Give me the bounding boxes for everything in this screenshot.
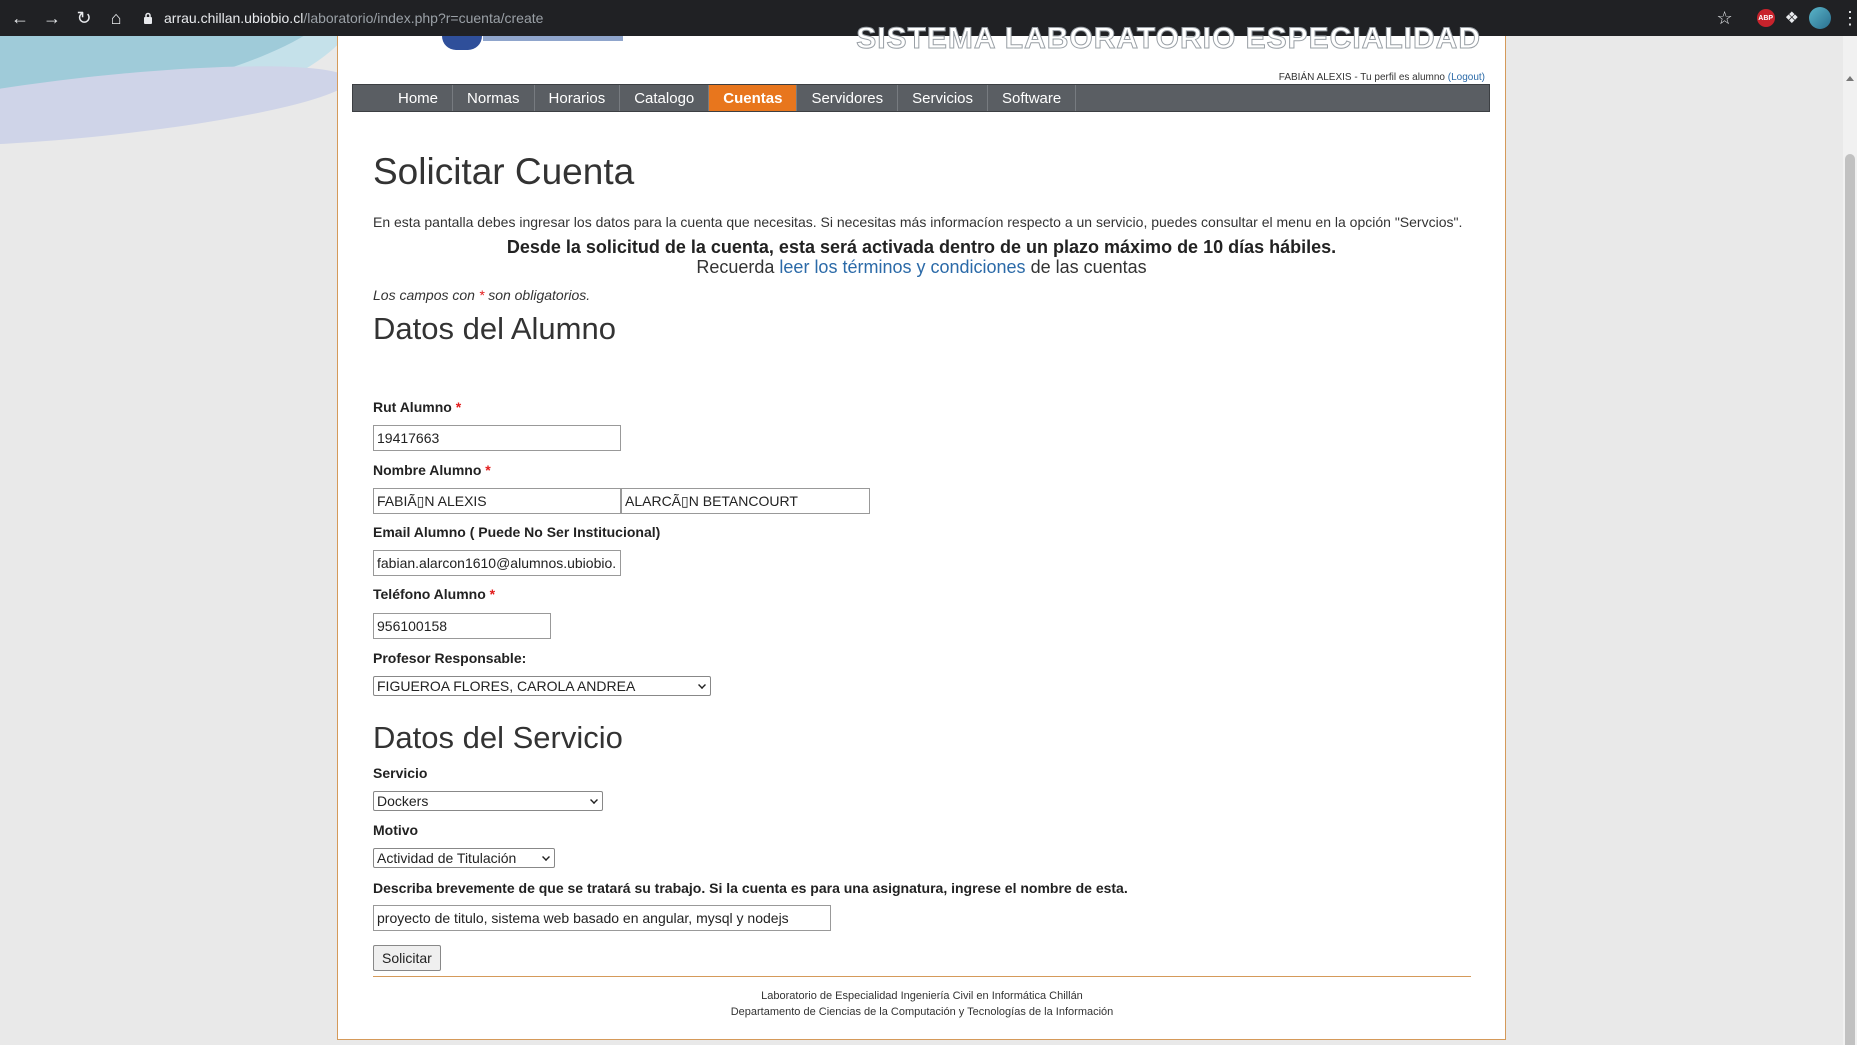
adblock-plus-icon[interactable]: ABP — [1756, 9, 1775, 27]
terms-link[interactable]: leer los términos y condiciones — [779, 257, 1025, 277]
terms-prefix: Recuerda — [696, 257, 775, 277]
footer-line-2: Departamento de Ciencias de la Computaci… — [730, 1006, 1114, 1018]
footer-line-1: Laboratorio de Especialidad Ingeniería C… — [761, 990, 1083, 1002]
main-panel: SISTEMA LABORATORIO ESPECIALIDAD FABIÁN … — [337, 22, 1506, 1040]
main-menu: Home Normas Horarios Catalogo Cuentas Se… — [352, 84, 1490, 112]
menu-item-servidores[interactable]: Servidores — [797, 85, 899, 111]
section-title-alumno: Datos del Alumno — [373, 311, 616, 346]
footer-divider — [373, 976, 1471, 977]
profile-avatar[interactable] — [1809, 7, 1831, 29]
site-title: SISTEMA LABORATORIO ESPECIALIDAD — [856, 22, 1481, 56]
nombre-label: Nombre Alumno * — [373, 462, 491, 478]
menu-kebab-icon[interactable]: ⋮ — [1841, 8, 1857, 29]
required-star: * — [478, 287, 485, 303]
scroll-up-arrow-icon[interactable] — [1846, 76, 1854, 81]
url-text: arrau.chillan.ubiobio.cl/laboratorio/ind… — [164, 10, 543, 26]
url-host: arrau.chillan.ubiobio.cl — [164, 10, 304, 26]
footer: Laboratorio de Especialidad Ingeniería C… — [373, 988, 1471, 1020]
required-star: * — [485, 462, 491, 478]
required-note: Los campos con * son obligatorios. — [373, 287, 590, 303]
menu-item-cuentas[interactable]: Cuentas — [709, 85, 798, 111]
university-logo-text — [483, 36, 623, 41]
rut-input[interactable]: 19417663 — [373, 425, 621, 451]
profesor-select[interactable]: FIGUEROA FLORES, CAROLA ANDREA — [373, 676, 711, 696]
email-input[interactable]: fabian.alarcon1610@alumnos.ubiobio. — [373, 550, 621, 576]
rut-label-text: Rut Alumno — [373, 399, 452, 415]
descripcion-label: Describa brevemente de que se tratará su… — [373, 880, 1128, 896]
chevron-down-icon — [698, 681, 706, 689]
intro-text: En esta pantalla debes ingresar los dato… — [373, 214, 1463, 230]
activation-notice: Desde la solicitud de la cuenta, esta se… — [506, 237, 1337, 257]
telefono-label-text: Teléfono Alumno — [373, 586, 486, 602]
chevron-down-icon — [590, 796, 598, 804]
menu-item-software[interactable]: Software — [988, 85, 1077, 111]
motivo-label: Motivo — [373, 822, 419, 838]
user-info: FABIÁN ALEXIS - Tu perfil es alumno (Log… — [1279, 72, 1485, 83]
user-text: FABIÁN ALEXIS - Tu perfil es alumno — [1278, 72, 1445, 83]
menu-item-catalogo[interactable]: Catalogo — [620, 85, 710, 111]
required-suffix: son obligatorios. — [488, 287, 591, 303]
section-title-servicio: Datos del Servicio — [373, 720, 623, 755]
descripcion-input[interactable]: proyecto de titulo, sistema web basado e… — [373, 905, 831, 931]
menu-item-servicios[interactable]: Servicios — [898, 85, 989, 111]
lock-icon — [144, 12, 152, 24]
forward-icon[interactable]: → — [36, 0, 68, 36]
motivo-select-value: Actividad de Titulación — [377, 850, 517, 866]
email-label: Email Alumno ( Puede No Ser Instituciona… — [373, 524, 661, 540]
telefono-label: Teléfono Alumno * — [373, 586, 495, 602]
servicio-select[interactable]: Dockers — [373, 791, 603, 811]
solicitar-button[interactable]: Solicitar — [373, 945, 441, 971]
servicio-label: Servicio — [373, 765, 428, 781]
page-title: Solicitar Cuenta — [373, 151, 635, 192]
servicio-select-value: Dockers — [377, 793, 429, 809]
required-star: * — [489, 586, 496, 602]
telefono-input[interactable]: 956100158 — [373, 613, 551, 639]
home-icon[interactable]: ⌂ — [100, 0, 132, 36]
rut-label: Rut Alumno * — [373, 399, 461, 415]
puzzle-icon[interactable]: ❖ — [1785, 8, 1799, 28]
profesor-label: Profesor Responsable: — [373, 650, 527, 666]
chevron-down-icon — [542, 853, 550, 861]
terms-suffix: de las cuentas — [1030, 257, 1147, 277]
page-scrollbar[interactable] — [1843, 36, 1857, 1045]
nombre-input[interactable]: FABIÃ▯N ALEXIS — [373, 488, 621, 514]
menu-item-home[interactable]: Home — [384, 85, 454, 111]
required-star: * — [455, 399, 462, 415]
logout-link[interactable]: (Logout) — [1448, 72, 1485, 83]
url-path: /laboratorio/index.php?r=cuenta/create — [303, 10, 544, 26]
menu-item-horarios[interactable]: Horarios — [535, 85, 621, 111]
background-right — [1506, 36, 1843, 1045]
scrollbar-thumb[interactable] — [1845, 154, 1855, 1045]
profesor-select-value: FIGUEROA FLORES, CAROLA ANDREA — [377, 678, 636, 694]
menu-item-normas[interactable]: Normas — [453, 85, 535, 111]
nombre-label-text: Nombre Alumno — [373, 462, 482, 478]
bookmark-star-icon[interactable]: ☆ — [1717, 8, 1733, 29]
back-icon[interactable]: ← — [4, 0, 36, 36]
reload-icon[interactable]: ↻ — [68, 0, 100, 36]
apellido-input[interactable]: ALARCÃ▯N BETANCOURT — [621, 488, 870, 514]
background-left — [0, 36, 337, 1045]
university-logo — [442, 36, 482, 50]
motivo-select[interactable]: Actividad de Titulación — [373, 848, 555, 868]
required-prefix: Los campos con — [373, 287, 475, 303]
terms-notice: Recuerda leer los términos y condiciones… — [373, 257, 1470, 278]
